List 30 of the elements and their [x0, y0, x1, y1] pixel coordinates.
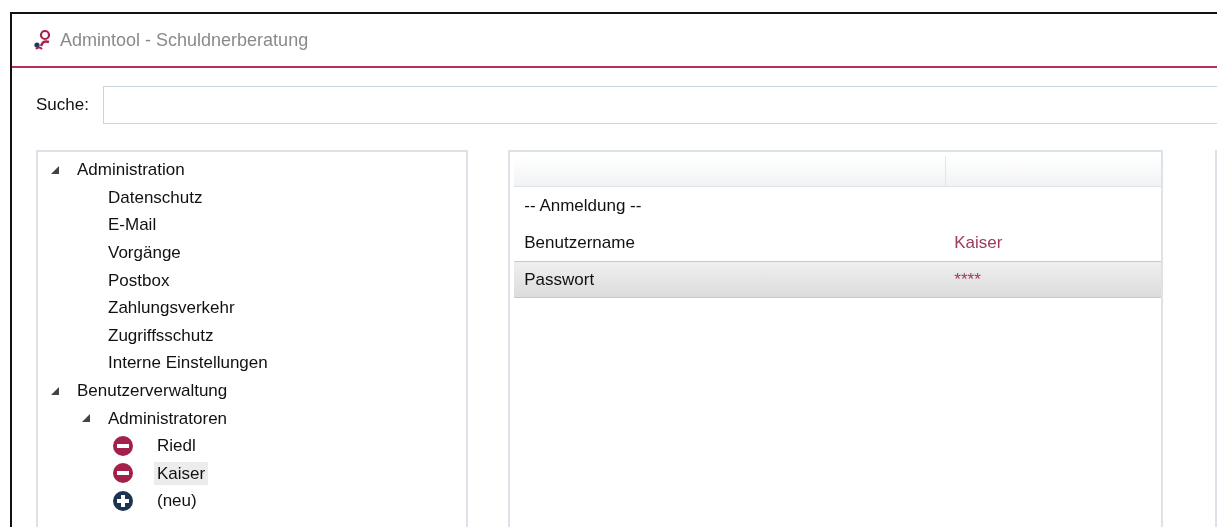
section-heading: -- Anmeldung --	[523, 195, 642, 216]
tree-item[interactable]: (neu)	[154, 489, 200, 513]
property-row[interactable]: -- Anmeldung --	[514, 187, 1162, 224]
tree-item[interactable]: Zahlungsverkehr	[105, 296, 238, 320]
tree-item[interactable]: E-Mail	[105, 213, 160, 237]
tree-item[interactable]: Kaiser	[154, 461, 209, 485]
window-title: Admintool - Schuldnerberatung	[60, 29, 309, 51]
tree-item[interactable]: Administration	[74, 158, 188, 182]
tree-item[interactable]: Zugriffsschutz	[105, 323, 217, 347]
property-row[interactable]: Passwort ****	[514, 261, 1162, 298]
search-label: Suche:	[36, 95, 89, 115]
property-row[interactable]: Benutzername Kaiser	[514, 224, 1162, 261]
tree-item[interactable]: Administratoren	[105, 406, 231, 430]
add-icon[interactable]	[112, 489, 134, 512]
property-value: ****	[954, 269, 981, 290]
tree-item[interactable]: Vorgänge	[105, 241, 184, 265]
tree-item[interactable]: Postbox	[105, 268, 173, 292]
search-field[interactable]	[102, 86, 1217, 124]
tree-item[interactable]: Benutzerverwaltung	[74, 379, 231, 403]
property-name: Benutzername	[523, 232, 635, 253]
tree-item[interactable]: Interne Einstellungen	[105, 351, 271, 375]
expanded-triangle-icon[interactable]	[50, 164, 60, 175]
expanded-triangle-icon[interactable]	[50, 385, 60, 396]
tree-item[interactable]: Datenschutz	[105, 185, 206, 209]
remove-icon[interactable]	[112, 434, 134, 457]
property-name: Passwort	[523, 269, 595, 290]
expanded-triangle-icon[interactable]	[81, 413, 91, 424]
remove-icon[interactable]	[112, 462, 134, 485]
property-value: Kaiser	[954, 232, 1003, 253]
tree-item[interactable]: Riedl	[154, 434, 199, 458]
